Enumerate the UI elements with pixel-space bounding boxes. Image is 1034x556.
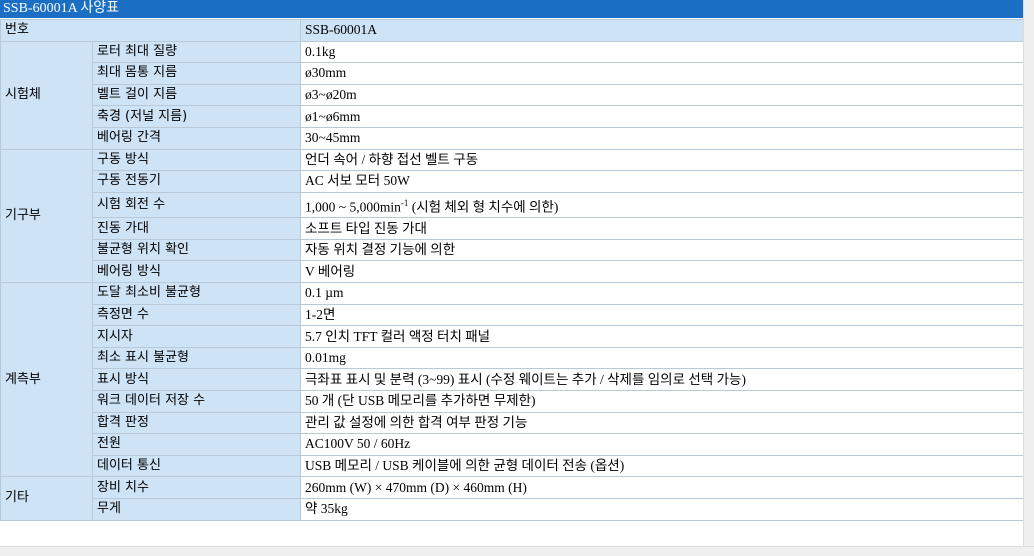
spec-value: 극좌표 표시 및 분력 (3~99) 표시 (수정 웨이트는 추가 / 삭제를 …	[300, 368, 1025, 391]
spec-label: 전원	[91, 433, 302, 456]
spec-label: 장비 치수	[91, 476, 302, 499]
header-value: SSB-60001A	[300, 19, 1025, 42]
category-cell: 기구부	[0, 148, 93, 284]
spec-value: 5.7 인치 TFT 컬러 액정 터치 패널	[300, 325, 1025, 348]
spec-value: 1-2면	[300, 303, 1025, 327]
spec-label: 베어링 방식	[91, 260, 302, 284]
table-row: 진동 가대 소프트 타입 진동 가대	[1, 217, 1025, 240]
spec-value: 0.1 µm	[300, 282, 1025, 305]
table-row: 전원 AC100V 50 / 60Hz	[1, 433, 1025, 456]
spec-label: 데이터 통신	[91, 454, 302, 478]
spec-label: 최대 몸통 지름	[91, 62, 302, 85]
table-row: 측정면 수 1-2면	[1, 303, 1025, 327]
page-title: SSB-60001A 사양표	[0, 0, 1023, 18]
table-row: 계측부 도달 최소비 불균형 0.1 µm	[0, 282, 1025, 478]
spec-label: 진동 가대	[91, 217, 302, 240]
table-row: 무게 약 35kg	[1, 497, 1025, 521]
spec-label: 합격 판정	[91, 411, 302, 435]
spec-table: 번호 SSB-60001A 시험체 로터 최대 질량 0.1kg 최대 몸통 지름 ø3…	[0, 19, 1025, 521]
table-row: 시험 회전 수 1,000 ~ 5,000min-1 (시험 체외 형 치수에 의…	[1, 191, 1025, 219]
spec-value: 30~45mm	[300, 126, 1025, 150]
spec-value: AC 서보 모터 50W	[300, 170, 1025, 193]
table-row: 기타 장비 치수 260mm (W) × 470mm (D) × 460mm (H)	[0, 476, 1025, 521]
category-cell: 시험체	[0, 40, 93, 150]
table-row: 시험체 로터 최대 질량 0.1kg	[0, 40, 1025, 150]
spec-value: 0.01mg	[300, 346, 1025, 370]
spec-value: 언더 속어 / 하향 접선 벨트 구동	[300, 148, 1025, 172]
spec-value: 260mm (W) × 470mm (D) × 460mm (H)	[300, 476, 1025, 499]
table-row: 합격 판정 관리 값 설정에 의한 합격 여부 판정 기능	[1, 411, 1025, 435]
spec-label: 워크 데이터 저장 수	[91, 390, 302, 413]
spec-value: V 베어링	[300, 260, 1025, 284]
spec-label: 도달 최소비 불균형	[91, 282, 302, 305]
scrollbar-track[interactable]	[1023, 0, 1034, 556]
spec-label: 구동 전동기	[91, 170, 302, 193]
spec-label: 무게	[91, 497, 302, 521]
spec-label: 시험 회전 수	[91, 191, 302, 219]
category-cell: 기타	[0, 476, 93, 521]
spec-label: 측정면 수	[91, 303, 302, 327]
header-label: 번호	[0, 19, 302, 42]
table-row: 베어링 방식 V 베어링	[1, 260, 1025, 284]
spec-value: 자동 위치 결정 기능에 의한	[300, 238, 1025, 262]
table-header-row: 번호 SSB-60001A	[0, 19, 1025, 42]
table-row: 축경 (저널 지름) ø1~ø6mm	[1, 105, 1025, 128]
spec-label: 표시 방식	[91, 368, 302, 391]
spec-value: AC100V 50 / 60Hz	[300, 433, 1025, 456]
spec-value-text: 1,000 ~ 5,000min	[305, 199, 401, 215]
spec-value: 소프트 타입 진동 가대	[300, 217, 1025, 240]
spec-label: 지시자	[91, 325, 302, 348]
spec-label: 벨트 걸이 지름	[91, 83, 302, 107]
spec-value: ø3~ø20m	[300, 83, 1025, 107]
table-row: 워크 데이터 저장 수 50 개 (단 USB 메모리를 추가하면 무제한)	[1, 390, 1025, 413]
spec-value: 1,000 ~ 5,000min-1 (시험 체외 형 치수에 의한)	[300, 191, 1025, 219]
table-row: 데이터 통신 USB 메모리 / USB 케이블에 의한 균형 데이터 전송 (옵…	[1, 454, 1025, 478]
spec-value-suffix: (시험 체외 형 치수에 의한)	[408, 199, 559, 215]
spec-value: 0.1kg	[300, 40, 1025, 64]
table-row: 지시자 5.7 인치 TFT 컬러 액정 터치 패널	[1, 325, 1025, 348]
spec-value: ø30mm	[300, 62, 1025, 85]
spec-value: 50 개 (단 USB 메모리를 추가하면 무제한)	[300, 390, 1025, 413]
table-row: 최대 몸통 지름 ø30mm	[1, 62, 1025, 85]
page-bottom-edge	[0, 546, 1034, 556]
spec-label: 구동 방식	[91, 148, 302, 172]
spec-value: ø1~ø6mm	[300, 105, 1025, 128]
spec-label: 베어링 간격	[91, 126, 302, 150]
table-row: 최소 표시 불균형 0.01mg	[1, 346, 1025, 370]
spec-label: 최소 표시 불균형	[91, 346, 302, 370]
table-row: 구동 전동기 AC 서보 모터 50W	[1, 170, 1025, 193]
table-row: 표시 방식 극좌표 표시 및 분력 (3~99) 표시 (수정 웨이트는 추가 /…	[1, 368, 1025, 391]
spec-label: 로터 최대 질량	[91, 40, 302, 64]
category-cell: 계측부	[0, 282, 93, 478]
table-row: 베어링 간격 30~45mm	[1, 126, 1025, 150]
spec-label: 축경 (저널 지름)	[91, 105, 302, 128]
spec-value: 관리 값 설정에 의한 합격 여부 판정 기능	[300, 411, 1025, 435]
table-row: 벨트 걸이 지름 ø3~ø20m	[1, 83, 1025, 107]
table-row: 불균형 위치 확인 자동 위치 결정 기능에 의한	[1, 238, 1025, 262]
table-row: 기구부 구동 방식 언더 속어 / 하향 접선 벨트 구동	[0, 148, 1025, 284]
spec-label: 불균형 위치 확인	[91, 238, 302, 262]
spec-value: USB 메모리 / USB 케이블에 의한 균형 데이터 전송 (옵션)	[300, 454, 1025, 478]
spec-value: 약 35kg	[300, 497, 1025, 521]
